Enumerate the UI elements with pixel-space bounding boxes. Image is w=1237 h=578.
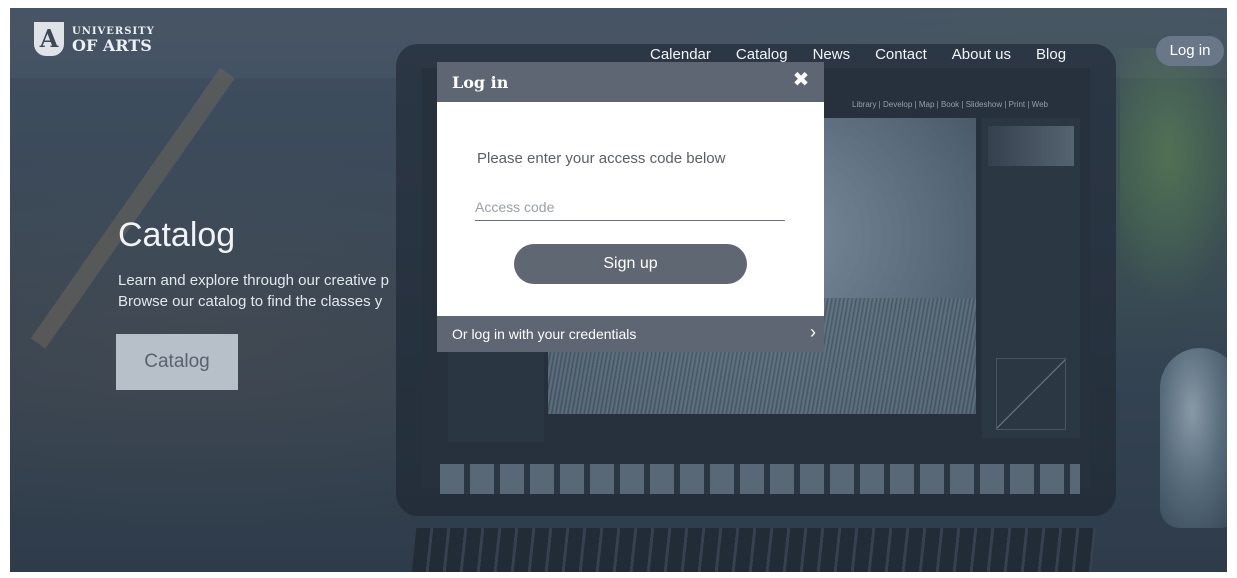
- university-logo-icon: [34, 22, 64, 56]
- hero-description: Learn and explore through our creative p…: [118, 270, 389, 312]
- credentials-login-label: Or log in with your credentials: [452, 326, 637, 342]
- nav-about-us[interactable]: About us: [952, 46, 1011, 63]
- close-icon[interactable]: ✖: [790, 69, 812, 91]
- hero-text-line-2: Browse our catalog to find the classes y: [118, 293, 383, 310]
- nav-catalog[interactable]: Catalog: [736, 46, 788, 63]
- main-nav: Calendar Catalog News Contact About us B…: [650, 44, 1066, 64]
- login-modal: Log in ✖ Please enter your access code b…: [437, 62, 824, 352]
- hero-title: Catalog: [118, 216, 236, 254]
- modal-header: Log in ✖: [437, 62, 824, 102]
- logo-line-2: OF ARTS: [72, 36, 152, 55]
- access-code-prompt: Please enter your access code below: [477, 150, 726, 167]
- header-login-button[interactable]: Log in: [1156, 36, 1224, 66]
- nav-calendar[interactable]: Calendar: [650, 46, 711, 63]
- site-logo[interactable]: UNIVERSITY OF ARTS: [34, 22, 155, 56]
- modal-body: Please enter your access code below Sign…: [437, 102, 824, 316]
- nav-news[interactable]: News: [813, 46, 851, 63]
- chevron-right-icon: ›: [810, 322, 816, 342]
- credentials-login-link[interactable]: Or log in with your credentials ›: [437, 316, 824, 352]
- hero-text-line-1: Learn and explore through our creative p: [118, 272, 390, 289]
- modal-title: Log in: [452, 73, 509, 92]
- nav-blog[interactable]: Blog: [1036, 46, 1066, 63]
- catalog-button[interactable]: Catalog: [116, 334, 238, 390]
- sign-up-button[interactable]: Sign up: [514, 244, 747, 284]
- logo-text: UNIVERSITY OF ARTS: [72, 25, 155, 55]
- access-code-input[interactable]: [475, 194, 785, 221]
- nav-contact[interactable]: Contact: [875, 46, 927, 63]
